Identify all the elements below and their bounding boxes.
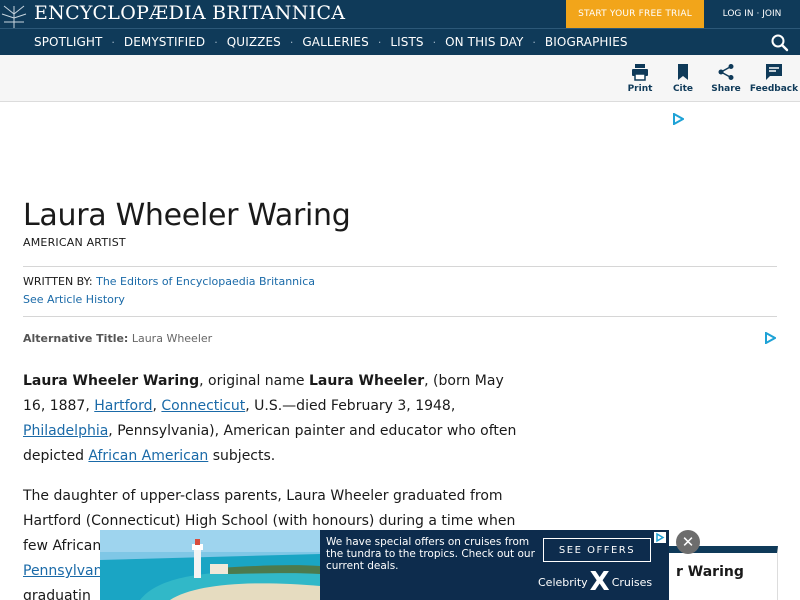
alternative-title: Alternative Title: Laura Wheeler — [23, 332, 212, 345]
link-philadelphia[interactable]: Philadelphia — [23, 423, 108, 439]
share-icon — [718, 64, 734, 80]
nav-item-quizzes[interactable]: QUIZZES — [227, 35, 281, 49]
nav-separator: · — [377, 35, 382, 49]
original-name: Laura Wheeler — [308, 373, 425, 389]
nav-item-lists[interactable]: LISTS — [390, 35, 423, 49]
celebrity-cruises-logo: Celebrity X Cruises — [538, 567, 658, 597]
brand-word-right: Cruises — [611, 575, 653, 589]
bookmark-icon — [678, 64, 688, 80]
written-by-label: WRITTEN BY: — [23, 275, 93, 288]
nav-item-spotlight[interactable]: SPOTLIGHT — [34, 35, 102, 49]
share-label: Share — [711, 84, 741, 94]
article-subtitle: AMERICAN ARTIST — [23, 236, 126, 249]
article-paragraph-1: Laura Wheeler Waring, original name Laur… — [23, 369, 523, 469]
nav-item-biographies[interactable]: BIOGRAPHIES — [545, 35, 628, 49]
nav-item-on-this-day[interactable]: ON THIS DAY — [445, 35, 523, 49]
adchoices-icon[interactable] — [654, 532, 666, 543]
link-pennsylvania[interactable]: Pennsylvan — [23, 563, 103, 579]
written-by: WRITTEN BY: The Editors of Encyclopaedia… — [23, 275, 315, 288]
related-card[interactable]: r Waring — [650, 546, 778, 600]
text-run: , U.S.—died February 3, 1948, — [245, 398, 456, 414]
nav-separator: · — [289, 35, 294, 49]
see-offers-button[interactable]: SEE OFFERS — [543, 538, 651, 562]
print-label: Print — [627, 84, 653, 94]
start-free-trial-button[interactable]: START YOUR FREE TRIAL — [566, 0, 704, 28]
author-link[interactable]: The Editors of Encyclopaedia Britannica — [96, 275, 315, 288]
cite-label: Cite — [672, 84, 694, 94]
article-history-link[interactable]: See Article History — [23, 293, 125, 306]
feedback-label: Feedback — [749, 84, 799, 94]
divider — [23, 266, 777, 267]
top-header: ENCYCLOPÆDIA BRITANNICA START YOUR FREE … — [0, 0, 800, 47]
close-ad-button[interactable]: ✕ — [676, 530, 700, 554]
paragraph-line: The daughter of upper-class parents, Lau… — [23, 488, 503, 504]
cruise-advertisement[interactable]: We have special offers on cruises from t… — [100, 530, 669, 600]
text-run: , original name — [199, 373, 309, 389]
nav-separator: · — [214, 35, 218, 49]
related-card-title: r Waring — [676, 564, 744, 580]
cite-button[interactable]: Cite — [660, 63, 706, 97]
brand-word-left: Celebrity — [538, 575, 588, 589]
subject-name: Laura Wheeler Waring — [23, 373, 200, 389]
nav-separator: · — [432, 35, 437, 49]
printer-icon — [632, 64, 648, 81]
adchoices-icon[interactable] — [764, 332, 776, 344]
share-button[interactable]: Share — [703, 63, 749, 97]
feedback-icon — [766, 64, 782, 80]
adchoices-icon[interactable] — [672, 113, 684, 125]
lighthouse-beach-image — [100, 530, 320, 600]
nav-item-galleries[interactable]: GALLERIES — [302, 35, 368, 49]
nav-menu: SPOTLIGHT · DEMYSTIFIED · QUIZZES · GALL… — [34, 29, 628, 55]
brand-x-mark: X — [589, 567, 610, 597]
alt-title-label: Alternative Title: — [23, 332, 129, 345]
article-title: Laura Wheeler Waring — [23, 198, 351, 233]
main-navigation: SPOTLIGHT · DEMYSTIFIED · QUIZZES · GALL… — [0, 28, 800, 55]
search-icon[interactable] — [770, 33, 790, 53]
nav-item-demystified[interactable]: DEMYSTIFIED — [124, 35, 205, 49]
ad-copy: We have special offers on cruises from t… — [326, 536, 535, 572]
nav-separator: · — [111, 35, 115, 49]
feedback-button[interactable]: Feedback — [749, 63, 799, 97]
alt-title-value: Laura Wheeler — [131, 332, 213, 345]
nav-separator: · — [532, 35, 536, 49]
login-join-button[interactable]: LOG IN · JOIN — [704, 0, 800, 28]
print-button[interactable]: Print — [617, 63, 663, 97]
text-run: subjects. — [208, 448, 276, 464]
logo-wordmark: ENCYCLOPÆDIA BRITANNICA — [34, 2, 346, 24]
link-african-american[interactable]: African American — [88, 448, 208, 464]
divider — [23, 316, 777, 317]
link-hartford[interactable]: Hartford — [94, 398, 152, 414]
link-connecticut[interactable]: Connecticut — [161, 398, 245, 414]
article-tools-bar: Print Cite Share Feedback — [0, 55, 800, 102]
